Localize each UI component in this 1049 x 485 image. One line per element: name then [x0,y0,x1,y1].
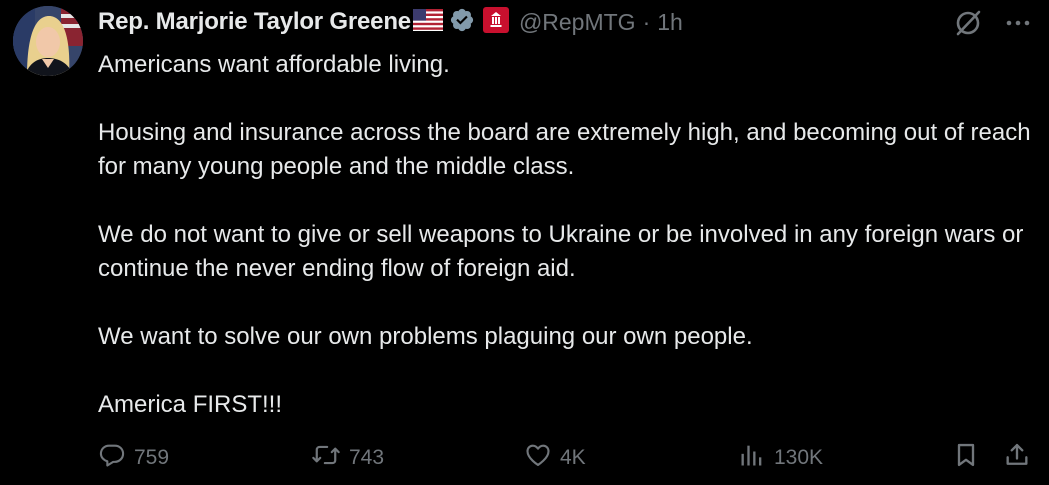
avatar[interactable] [13,6,83,76]
tweet-header: Rep. Marjorie Taylor Greene @RepMTG · 1h [98,6,683,38]
tweet: Rep. Marjorie Taylor Greene @RepMTG · 1h… [0,0,1049,485]
like-count: 4K [560,446,586,469]
like-button[interactable]: 4K [524,442,586,474]
retweet-count: 743 [349,446,385,469]
more-icon[interactable] [1005,10,1031,41]
share-icon [1003,441,1031,475]
tweet-paragraph: We do not want to give or sell weapons t… [98,221,1024,282]
reply-button[interactable]: 759 [98,442,169,474]
tweet-paragraph: Housing and insurance across the board a… [98,119,1031,180]
us-flag-icon [412,8,443,36]
reply-count: 759 [134,446,170,469]
tweet-paragraph: We want to solve our own problems plagui… [98,323,753,350]
retweet-button[interactable]: 743 [311,442,384,474]
timestamp[interactable]: 1h [657,9,683,36]
bookmark-icon [952,441,980,475]
reply-icon [98,441,126,475]
views-count: 130K [774,446,824,469]
tweet-paragraph: Americans want affordable living. [98,51,450,78]
tweet-paragraph: America FIRST!!! [98,391,283,418]
like-icon [524,441,552,475]
government-affiliation-icon [482,6,509,38]
share-button[interactable] [1003,442,1031,474]
tweet-top-actions [953,8,1031,43]
author-handle[interactable]: @RepMTG [519,9,636,36]
verified-badge-icon [449,7,475,38]
views-button[interactable]: 130K [738,442,823,474]
separator-dot: · [642,8,651,35]
tweet-text: Americans want affordable living. Housin… [98,48,1038,422]
author-name[interactable]: Rep. Marjorie Taylor Greene [98,8,411,36]
retweet-icon [311,441,341,475]
views-icon [738,441,766,475]
bookmark-button[interactable] [952,442,980,474]
tweet-actions: 759 743 4K 130K [98,442,1033,474]
grok-icon[interactable] [953,8,983,43]
